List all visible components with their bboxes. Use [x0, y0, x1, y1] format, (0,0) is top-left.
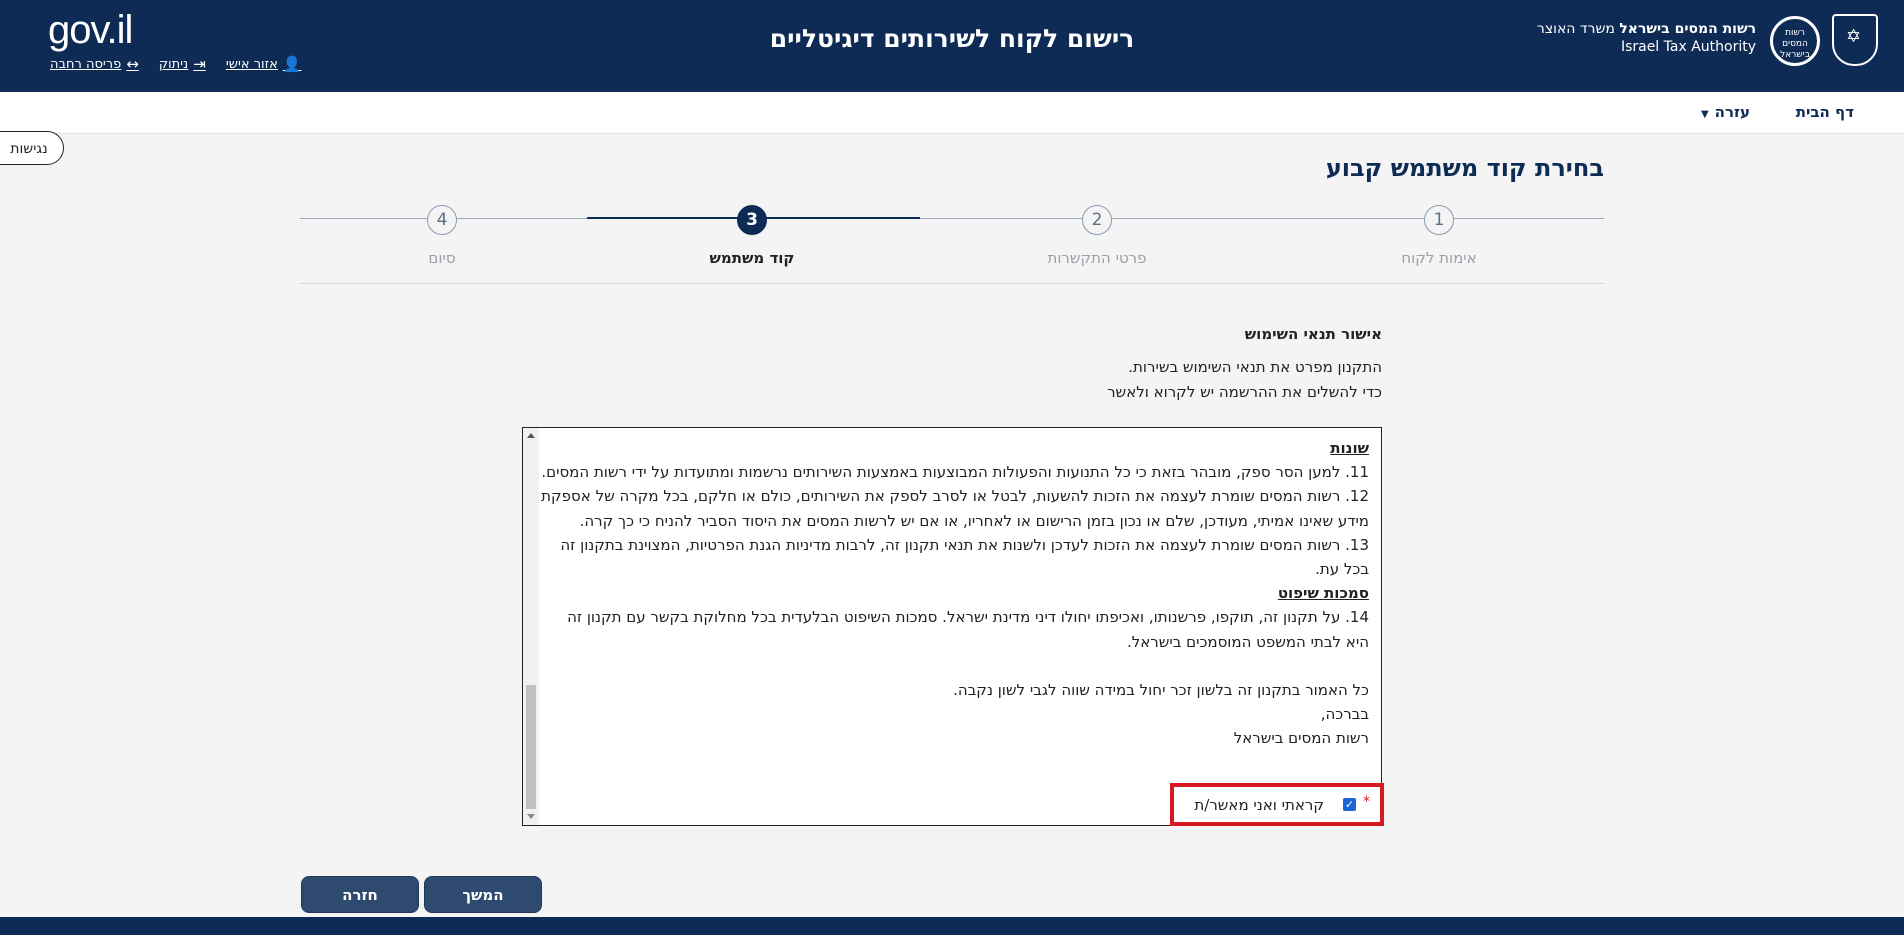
step-label: קוד משתמש: [709, 249, 795, 267]
confirm-terms-group: * ✓ קראתי ואני מאשר/ת: [1170, 783, 1384, 826]
scroll-up-icon[interactable]: [527, 433, 535, 438]
footer-bar: [0, 917, 1904, 935]
nav-help-label: עזרה: [1714, 103, 1750, 121]
logout-link[interactable]: ⇥ ניתוק: [159, 55, 206, 73]
back-button[interactable]: חזרה: [301, 876, 419, 913]
section-heading: שונות: [1330, 439, 1369, 457]
main-nav: דף הבית עזרה ▼: [0, 92, 1904, 134]
step-number: 2: [1082, 205, 1112, 235]
step-number: 4: [427, 205, 457, 235]
continue-button[interactable]: המשך: [424, 876, 542, 913]
terms-paragraph: כל האמור בתקנון זה בלשון זכר יחול במידה …: [953, 680, 1369, 699]
scrollbar-thumb[interactable]: [526, 685, 536, 809]
page-title: בחירת קוד משתמש קבוע: [1325, 154, 1604, 182]
nav-help[interactable]: עזרה ▼: [1701, 103, 1750, 121]
user-icon: 👤: [282, 55, 302, 73]
tax-authority-logo: רשות המסים בישראל: [1770, 16, 1820, 66]
authority-ministry: משרד האוצר: [1536, 21, 1615, 37]
terms-paragraph: 11. למען הסר ספק, מובהר בזאת כי כל התנוע…: [541, 463, 1369, 482]
terms-scroll-box[interactable]: שונות 11. למען הסר ספק, מובהר בזאת כי כל…: [522, 427, 1382, 826]
progress-stepper: 1 אימות לקוח 2 פרטי התקשרות 3 קוד משתמש …: [300, 205, 1604, 284]
top-links: 👤 אזור אישי ⇥ ניתוק ↔ פריסה רחבה: [50, 55, 301, 73]
wide-layout-label: פריסה רחבה: [50, 56, 122, 72]
terms-scrollbar[interactable]: [523, 428, 539, 825]
logout-label: ניתוק: [158, 56, 189, 72]
expand-width-icon: ↔: [126, 55, 139, 73]
terms-intro-line: התקנון מפרט את תנאי השימוש בשירות.: [1128, 358, 1382, 376]
personal-area-label: אזור אישי: [225, 56, 278, 72]
step-2: 2 פרטי התקשרות: [997, 205, 1197, 267]
step-3: 3 קוד משתמש: [652, 205, 852, 267]
nav-home[interactable]: דף הבית: [1796, 103, 1854, 121]
accessibility-button[interactable]: נגישות: [0, 131, 64, 165]
step-label: סיום: [428, 249, 456, 267]
state-emblem-icon: [1832, 14, 1878, 66]
authority-english-name: Israel Tax Authority: [1620, 39, 1756, 55]
logout-icon: ⇥: [193, 55, 206, 73]
scroll-down-icon[interactable]: [527, 814, 535, 819]
caret-down-icon: ▼: [1700, 109, 1709, 120]
required-mark: *: [1363, 793, 1370, 810]
regards-text: בברכה,: [1320, 705, 1369, 724]
terms-paragraph: 13. רשות המסים שומרת לעצמה את הזכות לעדכ…: [560, 535, 1369, 579]
step-label: אימות לקוח: [1401, 249, 1477, 267]
authority-hebrew-name: רשות המסים בישראל: [1619, 21, 1756, 37]
terms-paragraph: 12. רשות המסים שומרת לעצמה את הזכות להשע…: [541, 487, 1369, 530]
confirm-terms-label[interactable]: קראתי ואני מאשר/ת: [1194, 796, 1324, 814]
terms-intro: התקנון מפרט את תנאי השימוש בשירות. כדי ל…: [1107, 355, 1382, 405]
section-heading: סמכות שיפוט: [1277, 584, 1369, 603]
terms-paragraph: 14. על תקנון זה, תוקפו, פרשנותו, ואכיפתו…: [567, 608, 1369, 651]
authority-name: רשות המסים בישראל משרד האוצר Israel Tax …: [1537, 20, 1756, 56]
terms-content: שונות 11. למען הסר ספק, מובהר בזאת כי כל…: [540, 436, 1369, 821]
step-number: 3: [737, 205, 767, 235]
wide-layout-link[interactable]: ↔ פריסה רחבה: [50, 55, 139, 73]
top-header: gov.il 👤 אזור אישי ⇥ ניתוק ↔ פריסה רחבה …: [0, 0, 1904, 92]
checkmark-icon: ✓: [1344, 798, 1355, 811]
step-label: פרטי התקשרות: [1047, 249, 1147, 267]
step-4: 4 סיום: [342, 205, 542, 267]
step-number: 1: [1424, 205, 1454, 235]
signature-text: רשות המסים בישראל: [1233, 729, 1369, 748]
personal-area-link[interactable]: 👤 אזור אישי: [226, 55, 302, 73]
terms-intro-line: כדי להשלים את ההרשמה יש לקרוא ולאשר: [1107, 383, 1382, 401]
terms-heading: אישור תנאי השימוש: [1244, 325, 1382, 343]
confirm-terms-checkbox[interactable]: ✓: [1343, 798, 1356, 811]
step-1: 1 אימות לקוח: [1339, 205, 1539, 267]
